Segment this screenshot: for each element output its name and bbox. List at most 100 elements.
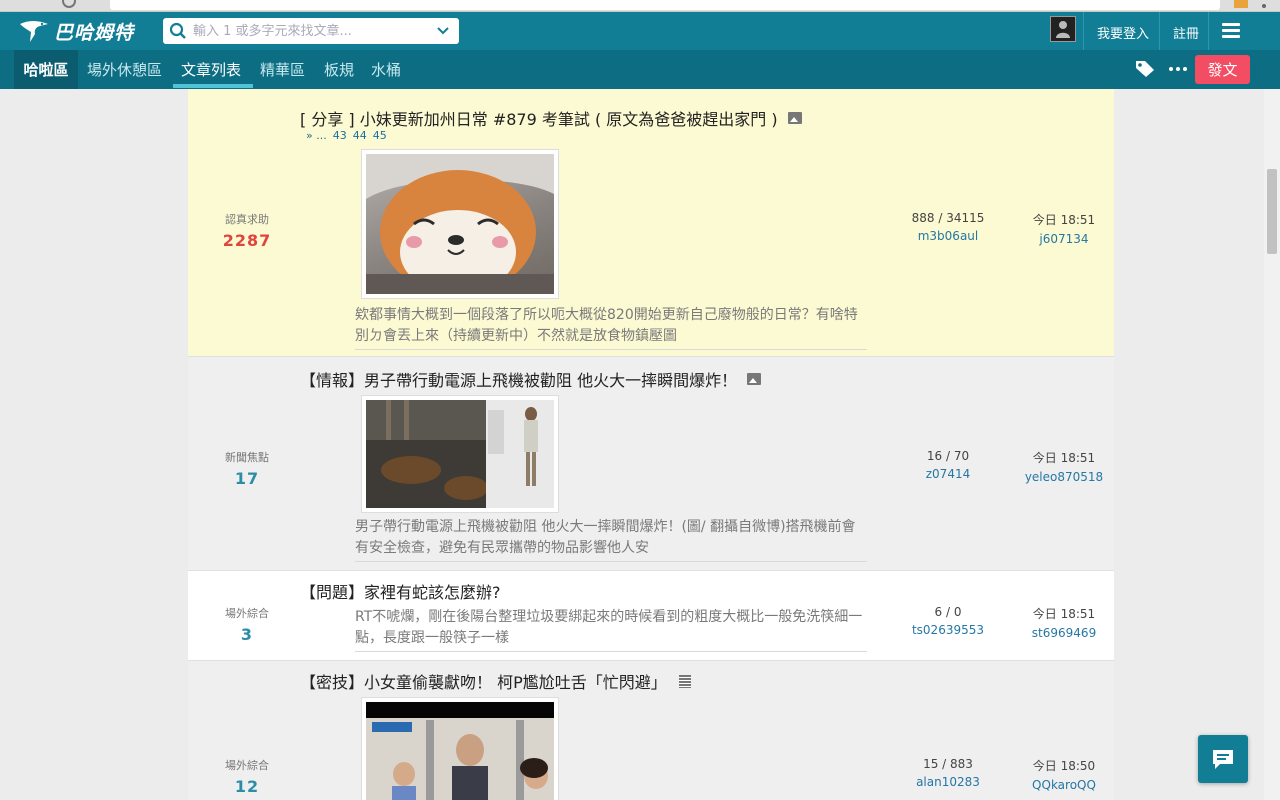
news-photo-picture: [366, 702, 554, 800]
thread-snippet[interactable]: RT不唬爛，剛在後陽台整理垃圾要綁起來的時候看到的粗度大概比一般免洗筷細一點，長…: [355, 607, 867, 652]
last-reply-user[interactable]: j607134: [1008, 232, 1114, 246]
gp-count: 17: [234, 469, 260, 488]
table-row: 認真求助 2287 [ 分享 ] 小妹更新加州日常 #879 考筆試 ( 原文為…: [188, 89, 1114, 357]
tag-icon[interactable]: [1135, 60, 1155, 78]
dragon-logo-icon: [20, 21, 48, 42]
page-link[interactable]: 43: [333, 129, 347, 142]
last-reply-time[interactable]: 今日 18:50: [1008, 757, 1114, 774]
search-box: [163, 18, 459, 44]
chevron-down-icon[interactable]: [429, 27, 457, 35]
last-reply-time[interactable]: 今日 18:51: [1008, 449, 1114, 466]
category-name[interactable]: 場外綜合: [188, 757, 306, 773]
page-scrollbar[interactable]: [1264, 89, 1280, 800]
last-reply-user[interactable]: st6969469: [1008, 626, 1114, 640]
nav-item-featured[interactable]: 精華區: [260, 50, 305, 89]
thread-thumbnail[interactable]: [361, 697, 559, 800]
table-row: 新聞焦點 17 【情報】男子帶行動電源上飛機被勸阻 他火大一摔瞬間爆炸！ 男子帶…: [188, 357, 1114, 571]
thread-category: 場外綜合 12: [188, 757, 306, 796]
browser-menu-icon[interactable]: [1262, 0, 1266, 8]
browser-reload-icon[interactable]: [62, 0, 76, 8]
header-divider: [1159, 12, 1160, 50]
browser-extension-icon[interactable]: [1234, 0, 1248, 8]
page-link[interactable]: 45: [373, 129, 387, 142]
hamburger-menu-icon[interactable]: [1222, 23, 1240, 38]
search-icon[interactable]: [163, 18, 193, 44]
gp-count: 3: [240, 625, 254, 644]
page-links: » ... 43 44 45: [306, 129, 387, 142]
chat-bubble-icon: [1213, 750, 1233, 769]
last-reply-user[interactable]: yeleo870518: [1008, 470, 1114, 484]
thread-list: 認真求助 2287 [ 分享 ] 小妹更新加州日常 #879 考筆試 ( 原文為…: [188, 89, 1114, 800]
nav-item-rules[interactable]: 板規: [324, 50, 354, 89]
thread-title-text[interactable]: 【情報】男子帶行動電源上飛機被勸阻 他火大一摔瞬間爆炸！: [300, 367, 737, 391]
chat-button[interactable]: [1198, 735, 1248, 783]
thread-thumbnail[interactable]: [361, 395, 559, 513]
gp-count: 12: [234, 777, 260, 796]
user-silhouette-icon: [1056, 21, 1070, 38]
thread-stats: 16 / 70 z07414: [888, 449, 1008, 481]
thread-thumbnail[interactable]: [361, 149, 559, 299]
thread-title-text[interactable]: 【問題】家裡有蛇該怎麼辦?: [300, 579, 501, 603]
post-button[interactable]: 發文: [1195, 55, 1250, 84]
header-divider: [1083, 12, 1084, 50]
thread-stats: 888 / 34115 m3b06aul: [888, 211, 1008, 243]
thread-title[interactable]: [ 分享 ] 小妹更新加州日常 #879 考筆試 ( 原文為爸爸被趕出家門 ): [300, 106, 802, 130]
register-link[interactable]: 註冊: [1173, 23, 1199, 42]
thread-stats: 6 / 0 ts02639553: [888, 605, 1008, 637]
browser-address-bar[interactable]: [110, 0, 1220, 10]
reply-count: 15 / 883: [923, 757, 973, 771]
gp-count: 2287: [222, 231, 272, 250]
page-link[interactable]: 44: [353, 129, 367, 142]
reply-count: 16 / 70: [926, 449, 970, 463]
author-link[interactable]: ts02639553: [888, 623, 1008, 637]
last-reply-time[interactable]: 今日 18:51: [1008, 605, 1114, 622]
thread-title[interactable]: 【問題】家裡有蛇該怎麼辦?: [300, 579, 501, 603]
author-link[interactable]: alan10283: [888, 775, 1008, 789]
browser-chrome: [0, 0, 1280, 12]
last-reply: 今日 18:50 QQkaroQQ: [1008, 757, 1114, 792]
table-row: 場外綜合 3 【問題】家裡有蛇該怎麼辦? RT不唬爛，剛在後陽台整理垃圾要綁起來…: [188, 571, 1114, 661]
search-input[interactable]: [193, 20, 429, 42]
category-name[interactable]: 新聞焦點: [188, 449, 306, 465]
board-nav: 哈啦區 場外休憩區 文章列表 精華區 板規 水桶 發文: [0, 50, 1280, 89]
thread-title[interactable]: 【情報】男子帶行動電源上飛機被勸阻 他火大一摔瞬間爆炸！: [300, 367, 762, 391]
thread-title[interactable]: 【密技】小女童偷襲獻吻！ 柯P尷尬吐舌「忙閃避」: [300, 669, 691, 693]
thread-stats: 15 / 883 alan10283: [888, 757, 1008, 789]
more-options-icon[interactable]: [1169, 67, 1187, 71]
thread-title-text[interactable]: [ 分享 ] 小妹更新加州日常 #879 考筆試 ( 原文為爸爸被趕出家門 ): [300, 106, 778, 130]
last-reply-time[interactable]: 今日 18:51: [1008, 211, 1114, 228]
thread-category: 場外綜合 3: [188, 605, 306, 644]
thread-title-text[interactable]: 【密技】小女童偷襲獻吻！ 柯P尷尬吐舌「忙閃避」: [300, 669, 667, 693]
nav-item-bucket[interactable]: 水桶: [371, 50, 401, 89]
site-header: 巴哈姆特 我要登入 註冊: [0, 12, 1280, 50]
category-name[interactable]: 認真求助: [188, 211, 306, 227]
header-divider: [1208, 12, 1209, 50]
plush-dog-picture: [366, 154, 554, 294]
nav-item-lounge[interactable]: 場外休憩區: [87, 50, 162, 89]
thread-category: 認真求助 2287: [188, 211, 306, 250]
last-reply-user[interactable]: QQkaroQQ: [1008, 778, 1114, 792]
site-logo[interactable]: 巴哈姆特: [18, 16, 134, 46]
reply-count: 888 / 34115: [911, 211, 985, 225]
scrollbar-thumb[interactable]: [1267, 169, 1277, 254]
thread-category: 新聞焦點 17: [188, 449, 306, 488]
pages-ellipsis: » ...: [306, 129, 327, 142]
nav-active-indicator: [173, 84, 253, 88]
nav-item-hala[interactable]: 哈啦區: [14, 50, 78, 89]
thread-snippet[interactable]: 男子帶行動電源上飛機被勸阻 他火大一摔瞬間爆炸！(圖/ 翻攝自微博)搭飛機前會有…: [355, 517, 867, 562]
author-link[interactable]: m3b06aul: [888, 229, 1008, 243]
thread-snippet[interactable]: 欸都事情大概到一個段落了所以呃大概從820開始更新自己廢物般的日常？有啥特別ㄉ會…: [355, 305, 867, 350]
table-row: 場外綜合 12 【密技】小女童偷襲獻吻！ 柯P尷尬吐舌「忙閃避」 15 / 88…: [188, 661, 1114, 800]
author-link[interactable]: z07414: [888, 467, 1008, 481]
airport-news-picture: [366, 400, 554, 508]
image-icon: [787, 112, 802, 124]
site-brand: 巴哈姆特: [54, 21, 135, 44]
login-link[interactable]: 我要登入: [1097, 23, 1149, 42]
last-reply: 今日 18:51 yeleo870518: [1008, 449, 1114, 484]
avatar[interactable]: [1050, 16, 1076, 42]
image-icon: [747, 373, 762, 385]
category-name[interactable]: 場外綜合: [188, 605, 306, 621]
last-reply: 今日 18:51 j607134: [1008, 211, 1114, 246]
video-icon: [678, 674, 691, 688]
last-reply: 今日 18:51 st6969469: [1008, 605, 1114, 640]
